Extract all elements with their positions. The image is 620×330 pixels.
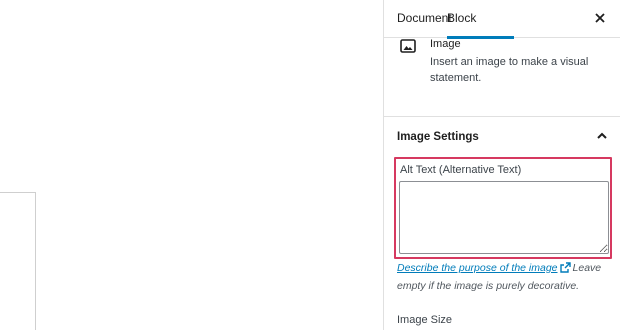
alt-help-text: Describe the purpose of the image Leave … [397, 260, 612, 294]
alt-text-input[interactable] [399, 181, 609, 254]
editor-canvas [0, 0, 383, 330]
image-settings-header[interactable]: Image Settings [384, 117, 620, 157]
block-description: Insert an image to make a visual stateme… [430, 56, 589, 84]
tab-block[interactable]: Block [447, 0, 514, 39]
alt-text-highlight: Alt Text (Alternative Text) [394, 157, 612, 259]
tab-document[interactable]: Document [397, 0, 452, 38]
image-icon [400, 38, 416, 54]
panel-title: Image Settings [397, 131, 479, 143]
chevron-up-icon[interactable] [596, 129, 608, 147]
describe-purpose-link[interactable]: Describe the purpose of the image [397, 262, 558, 274]
image-block-placeholder[interactable] [0, 192, 36, 330]
alt-text-label: Alt Text (Alternative Text) [400, 164, 522, 176]
tab-block-label: Block [447, 11, 477, 25]
settings-sidebar: Document Block Image Insert an image to … [383, 0, 620, 330]
image-size-label: Image Size [397, 314, 453, 326]
close-button[interactable] [590, 8, 610, 28]
sidebar-tabs: Document Block [384, 0, 620, 39]
block-title: Image [430, 38, 461, 50]
external-link-icon[interactable] [559, 262, 571, 278]
block-card: Image Insert an image to make a visual s… [384, 38, 620, 117]
close-icon [595, 13, 605, 23]
